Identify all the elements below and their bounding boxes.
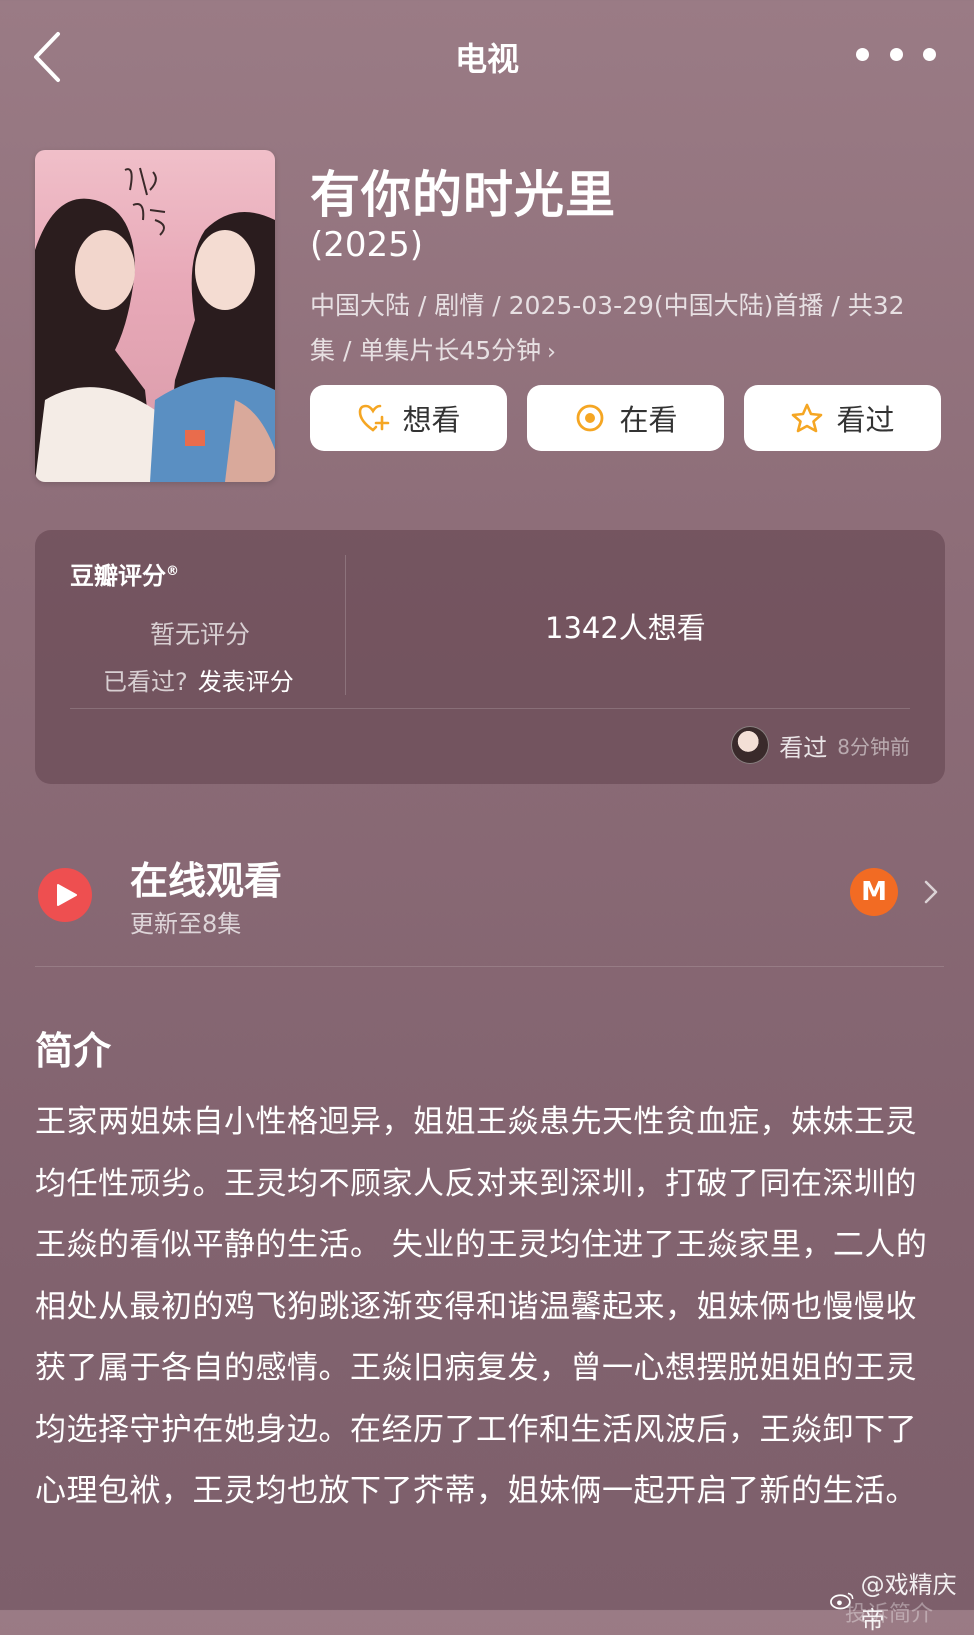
no-rating-text: 暂无评分	[150, 620, 251, 649]
avatar	[731, 726, 770, 764]
watched-button[interactable]: 看过	[744, 385, 941, 451]
watched-label: 看过	[836, 403, 895, 437]
more-options-button[interactable]	[856, 48, 936, 62]
page-title: 电视	[454, 40, 519, 78]
chevron-right-icon[interactable]	[920, 872, 942, 912]
want-to-watch-button[interactable]: 想看	[310, 385, 507, 451]
recent-time: 8分钟前	[837, 734, 910, 759]
dot-icon	[856, 48, 869, 61]
divider	[35, 966, 944, 967]
show-meta[interactable]: 中国大陆 / 剧情 / 2025-03-29(中国大陆)首播 / 共32 集 /…	[310, 283, 940, 375]
watching-label: 在看	[619, 403, 678, 437]
recent-activity[interactable]: 看过 8分钟前	[731, 726, 910, 764]
meta-line: 集 / 单集片长45分钟 ›	[310, 328, 940, 375]
episode-update: 更新至8集	[130, 910, 242, 938]
synopsis-text: 王家两姐妹自小性格迥异，姐姐王焱患先天性贫血症，妹妹王灵均任性顽劣。王灵均不顾家…	[35, 1104, 928, 1509]
play-button[interactable]	[38, 868, 92, 922]
dot-icon	[889, 48, 903, 61]
divider	[70, 708, 910, 709]
meta-line: 中国大陆 / 剧情 / 2025-03-29(中国大陆)首播 / 共32	[310, 291, 905, 320]
rating-title: 豆瓣评分®	[70, 562, 179, 590]
action-buttons: 想看 在看 看过	[310, 385, 941, 451]
seen-prompt: 已看过? 发表评分	[103, 668, 294, 696]
poster-image[interactable]	[35, 150, 275, 482]
watching-button[interactable]: 在看	[527, 385, 724, 451]
divider	[345, 555, 346, 695]
want-label: 想看	[402, 403, 461, 437]
poster-artwork	[35, 167, 275, 482]
show-year: (2025)	[310, 225, 424, 265]
dot-icon	[923, 48, 936, 61]
recent-action: 看过	[779, 733, 828, 762]
show-title: 有你的时光里	[310, 166, 616, 224]
post-rating-link[interactable]: 发表评分	[198, 668, 294, 696]
play-icon	[57, 884, 77, 906]
star-icon	[792, 403, 823, 433]
chevron-right-icon: ›	[547, 340, 556, 365]
synopsis-heading: 简介	[35, 1029, 112, 1073]
meta-text: 集 / 单集片长45分钟	[310, 336, 542, 365]
watching-icon	[577, 404, 604, 432]
online-watch-title[interactable]: 在线观看	[130, 850, 282, 905]
report-link[interactable]: 投诉简介	[845, 1596, 933, 1628]
mgtv-icon[interactable]: M	[850, 868, 898, 916]
want-count[interactable]: 1342人想看	[545, 605, 706, 647]
rating-card: 豆瓣评分® 暂无评分 已看过? 发表评分 1342人想看 看过 8分钟前	[35, 530, 945, 784]
heart-plus-icon	[359, 404, 390, 432]
